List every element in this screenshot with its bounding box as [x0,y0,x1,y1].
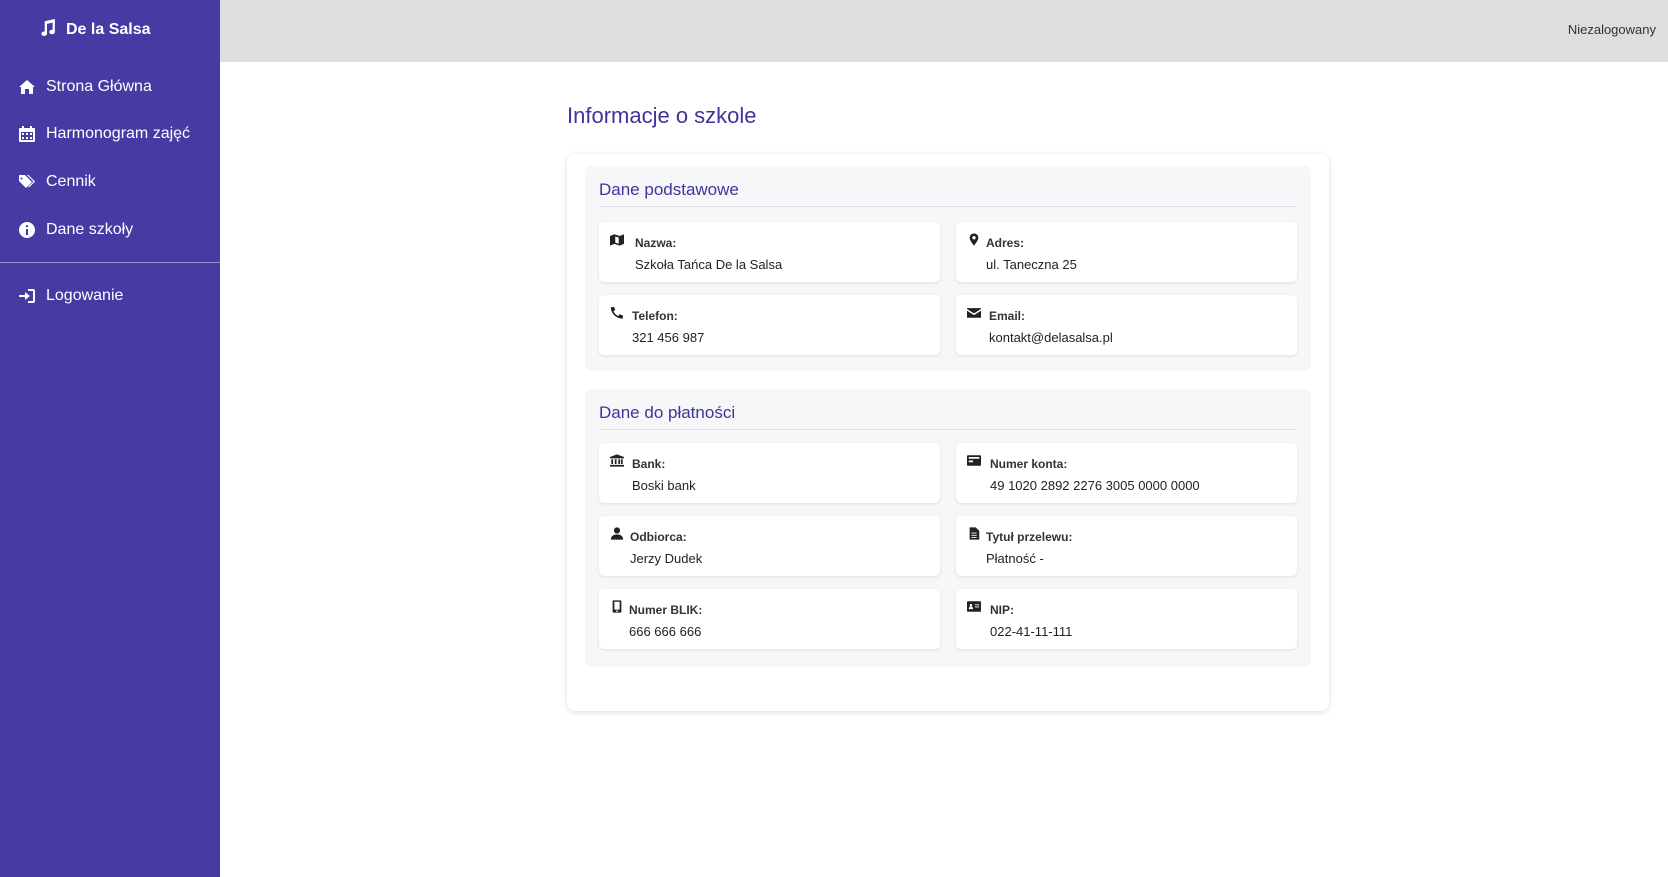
music-note-icon [38,18,56,42]
field-label: Nazwa: [635,236,677,250]
brand-name: De la Salsa [66,21,151,38]
field-email: Email: kontakt@delasalsa.pl [956,295,1297,355]
sidebar-item-label: Harmonogram zajęć [46,125,191,142]
sidebar-divider [0,262,220,263]
field-label: Telefon: [632,309,678,323]
field-label: Adres: [986,236,1025,250]
field-label: NIP: [990,603,1014,617]
field-value: 666 666 666 [629,624,702,639]
sidebar-item-login[interactable]: Logowanie [18,284,123,308]
field-blik-number: Numer BLIK: 666 666 666 [599,589,940,649]
field-phone: Telefon: 321 456 987 [599,295,940,355]
sidebar-item-home[interactable]: Strona Główna [18,75,152,99]
info-circle-icon [18,221,36,239]
field-value: Boski bank [632,478,696,493]
basic-data-section: Dane podstawowe Nazwa: Szkoła Tańca De l… [585,166,1311,371]
field-nip: NIP: 022-41-11-111 [956,589,1297,649]
phone-icon [609,305,625,319]
field-value: 022-41-11-111 [990,624,1073,639]
page-title: Informacje o szkole [567,103,757,128]
sidebar-item-label: Strona Główna [46,78,152,95]
field-value: 321 456 987 [632,330,705,345]
sidebar-item-pricing[interactable]: Cennik [18,170,96,194]
field-value: 49 1020 2892 2276 3005 0000 0000 [990,478,1200,493]
field-value: kontakt@delasalsa.pl [989,330,1113,345]
document-icon [966,526,982,540]
mobile-icon [609,599,625,613]
field-value: Jerzy Dudek [630,551,703,566]
tags-icon [18,173,36,191]
field-name: Nazwa: Szkoła Tańca De la Salsa [599,222,940,282]
field-label: Bank: [632,457,666,471]
sidebar-item-label: Logowanie [46,287,124,304]
field-label: Email: [989,309,1026,323]
user-icon [609,526,625,540]
sidebar-item-schedule[interactable]: Harmonogram zajęć [18,122,190,146]
field-label: Tytuł przelewu: [986,530,1073,544]
envelope-icon [966,305,982,319]
field-label: Odbiorca: [630,530,687,544]
section-divider [599,429,1297,430]
school-info-card: Dane podstawowe Nazwa: Szkoła Tańca De l… [567,154,1329,711]
field-bank: Bank: Boski bank [599,443,940,503]
field-transfer-title: Tytuł przelewu: Płatność - [956,516,1297,576]
payment-data-section: Dane do płatności Bank: Boski bank Numer… [585,389,1311,667]
field-label: Numer konta: [990,457,1068,471]
top-bar: Niezalogowany [220,0,1668,62]
field-label: Numer BLIK: [629,603,703,617]
section-divider [599,206,1297,207]
field-value: ul. Taneczna 25 [986,257,1077,272]
id-card-icon [966,599,982,613]
sidebar-item-school-info[interactable]: Dane szkoły [18,218,133,242]
credit-card-icon [966,453,982,467]
sidebar-item-label: Dane szkoły [46,221,134,238]
map-marker-icon [966,232,982,246]
sign-in-icon [18,287,36,305]
field-address: Adres: ul. Taneczna 25 [956,222,1297,282]
field-value: Płatność - [986,551,1044,566]
section-title: Dane podstawowe [599,180,739,199]
brand[interactable]: De la Salsa [38,18,151,42]
field-account-number: Numer konta: 49 1020 2892 2276 3005 0000… [956,443,1297,503]
map-icon [609,232,625,246]
home-icon [18,78,36,96]
field-recipient: Odbiorca: Jerzy Dudek [599,516,940,576]
sidebar-item-label: Cennik [46,173,96,190]
login-status: Niezalogowany [1567,22,1656,37]
field-value: Szkoła Tańca De la Salsa [635,257,783,272]
section-title: Dane do płatności [599,403,736,422]
bank-icon [609,453,625,467]
calendar-icon [18,125,36,143]
sidebar: De la Salsa Strona Główna Harmonogram za… [0,0,220,877]
